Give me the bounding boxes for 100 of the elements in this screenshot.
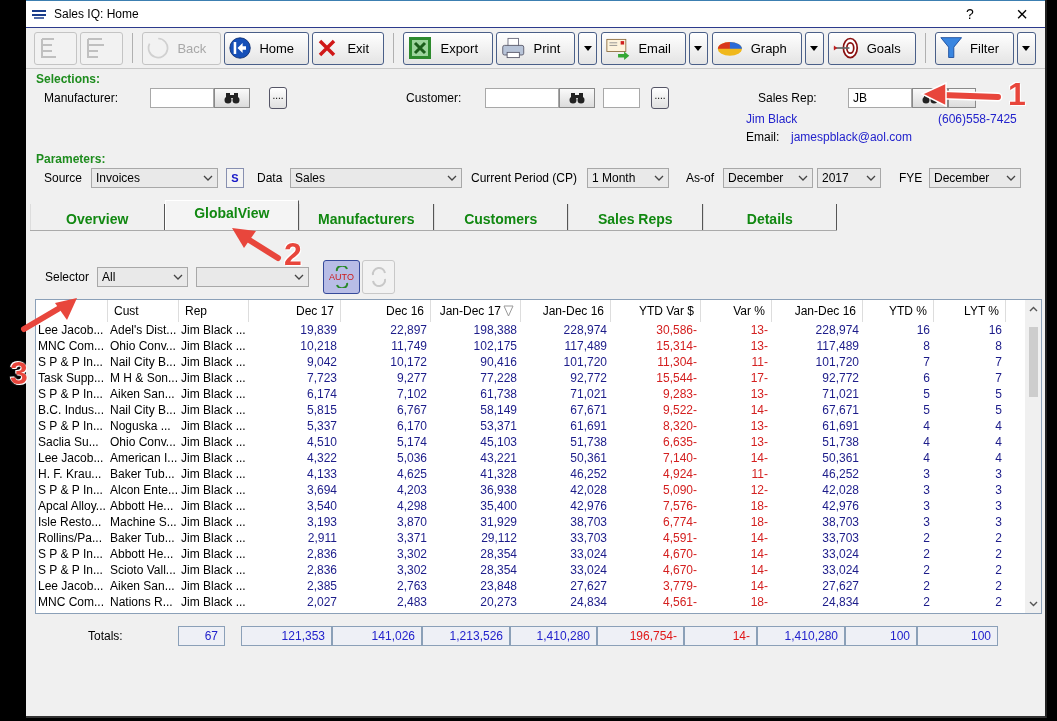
total-value: 196,754- [597, 626, 684, 646]
table-cell-text: Baker Tub... [109, 530, 176, 546]
scroll-down-icon[interactable] [1028, 601, 1038, 607]
toolbar-button[interactable]: Export [403, 31, 494, 65]
field-label: Current Period (CP) [471, 171, 579, 185]
help-button[interactable]: ? [947, 1, 993, 27]
dropdown[interactable]: 1 Month [587, 168, 669, 188]
dropdown-button[interactable] [804, 31, 824, 65]
column-header[interactable]: Jan-Dec 17 [431, 300, 521, 322]
customer-code-field[interactable] [603, 88, 640, 108]
table-cell-text: 7,140- [661, 450, 698, 466]
table-cell-text: 13- [749, 434, 769, 450]
dropdown-button[interactable] [1017, 31, 1036, 65]
sales-rep-field[interactable]: JB [848, 88, 912, 108]
total-value: 100 [917, 626, 998, 646]
toolbar-button[interactable]: Graph [711, 31, 802, 65]
table-cell-text: 2 [994, 546, 1003, 562]
table-cell-text: 33,024 [569, 546, 608, 562]
table-cell-text: 7 [994, 354, 1003, 370]
toolbar-button[interactable]: Print [496, 31, 576, 65]
column-header[interactable]: Jan-Dec 16 [521, 300, 611, 322]
table-cell-text: 15,314- [655, 338, 698, 354]
column-header[interactable]: LYT % [934, 300, 1006, 322]
search-button[interactable] [214, 88, 250, 108]
table-cell-text: 2,385 [305, 578, 338, 594]
tab[interactable]: Details [702, 204, 837, 230]
column-header[interactable]: Cust [108, 300, 179, 322]
table-cell-text: 2 [922, 594, 931, 610]
table-cell-text: 102,175 [472, 338, 518, 354]
table-cell-text: 42,976 [569, 498, 608, 514]
dropdown[interactable]: Sales [290, 168, 462, 188]
table-cell-text: Aiken San... [109, 386, 176, 402]
selector-dropdown[interactable]: All [97, 267, 188, 287]
table-cell-text: 5,090- [661, 482, 698, 498]
table-cell-text: 43,221 [479, 450, 518, 466]
table-cell-text: 2,836 [305, 562, 338, 578]
table-cell-text: 11- [750, 466, 769, 482]
tab[interactable]: Overview [30, 204, 165, 230]
tab[interactable]: Sales Reps [568, 204, 703, 230]
column-header[interactable]: YTD Var $ [611, 300, 701, 322]
column-header[interactable]: Dec 16 [341, 300, 431, 322]
table-cell-text: Jim Black ... [180, 322, 247, 338]
table-cell-text: Alcon Ente... [109, 482, 179, 498]
caret-icon [583, 45, 592, 51]
table-cell-text: 22,897 [389, 322, 428, 338]
browse-button[interactable]: .... [651, 87, 669, 109]
table-cell-text: Scioto Vall... [109, 562, 177, 578]
scrollbar[interactable] [1025, 300, 1041, 613]
table-cell-text: Baker Tub... [109, 466, 176, 482]
toolbar-button[interactable]: Home [224, 31, 310, 65]
total-value: 1,410,280 [510, 626, 597, 646]
scroll-up-icon[interactable] [1028, 306, 1038, 312]
table-cell-text: 11,749 [390, 338, 428, 354]
field-label: Data [257, 171, 284, 185]
table-cell-text: M H & Son... [109, 370, 179, 386]
close-button[interactable]: × [999, 1, 1045, 27]
tab[interactable]: GlobalView [164, 200, 299, 230]
source-button[interactable]: S [226, 168, 244, 188]
table-cell-text: 27,627 [569, 578, 608, 594]
table-cell-text: 36,938 [479, 482, 518, 498]
toolbar-button[interactable]: Filter [934, 31, 1014, 65]
total-value: 141,026 [332, 626, 422, 646]
toolbar-button[interactable]: Email [601, 31, 686, 65]
tab[interactable]: Manufacturers [299, 204, 434, 230]
table-cell-text: 71,021 [821, 386, 860, 402]
table-cell-text: 3,302 [395, 546, 428, 562]
table-cell-text: Saclia Su... [37, 434, 100, 450]
field-label: FYE [899, 171, 924, 185]
table-cell-text: 4,203 [395, 482, 428, 498]
table-cell-text: 3 [922, 466, 931, 482]
column-header[interactable]: YTD % [863, 300, 934, 322]
column-header[interactable]: Var % [701, 300, 772, 322]
table-cell-text: Task Supp... [37, 370, 106, 386]
table-cell-text: Jim Black ... [180, 450, 247, 466]
browse-button[interactable]: .... [269, 87, 287, 109]
table-cell-text: 13- [749, 418, 769, 434]
customer-field[interactable] [485, 88, 559, 108]
dropdown-button[interactable] [688, 31, 708, 65]
table-cell-text: 2,763 [395, 578, 428, 594]
dropdown[interactable]: December [929, 168, 1021, 188]
table-cell-text: 8 [994, 338, 1003, 354]
table-cell-text: 14- [749, 562, 769, 578]
tab[interactable]: Customers [433, 204, 568, 230]
dropdown[interactable]: Invoices [91, 168, 218, 188]
manufacturer-field[interactable] [150, 88, 214, 108]
table-cell-text: 2 [922, 578, 931, 594]
toolbar-button[interactable]: Exit [312, 31, 385, 65]
search-button[interactable] [559, 88, 595, 108]
dropdown-button[interactable] [578, 31, 598, 65]
email-link[interactable]: jamespblack@aol.com [791, 130, 912, 144]
dropdown[interactable]: December [723, 168, 813, 188]
column-header[interactable]: Rep [179, 300, 249, 322]
table-cell-text: 4 [922, 418, 931, 434]
total-value: 100 [845, 626, 917, 646]
scroll-thumb[interactable] [1028, 326, 1038, 397]
column-header[interactable]: Jan-Dec 16 [772, 300, 863, 322]
toolbar-button[interactable]: Goals [827, 31, 916, 65]
field-label: Manufacturer: [43, 91, 120, 105]
column-header[interactable]: Dec 17 [249, 300, 341, 322]
dropdown[interactable]: 2017 [817, 168, 881, 188]
